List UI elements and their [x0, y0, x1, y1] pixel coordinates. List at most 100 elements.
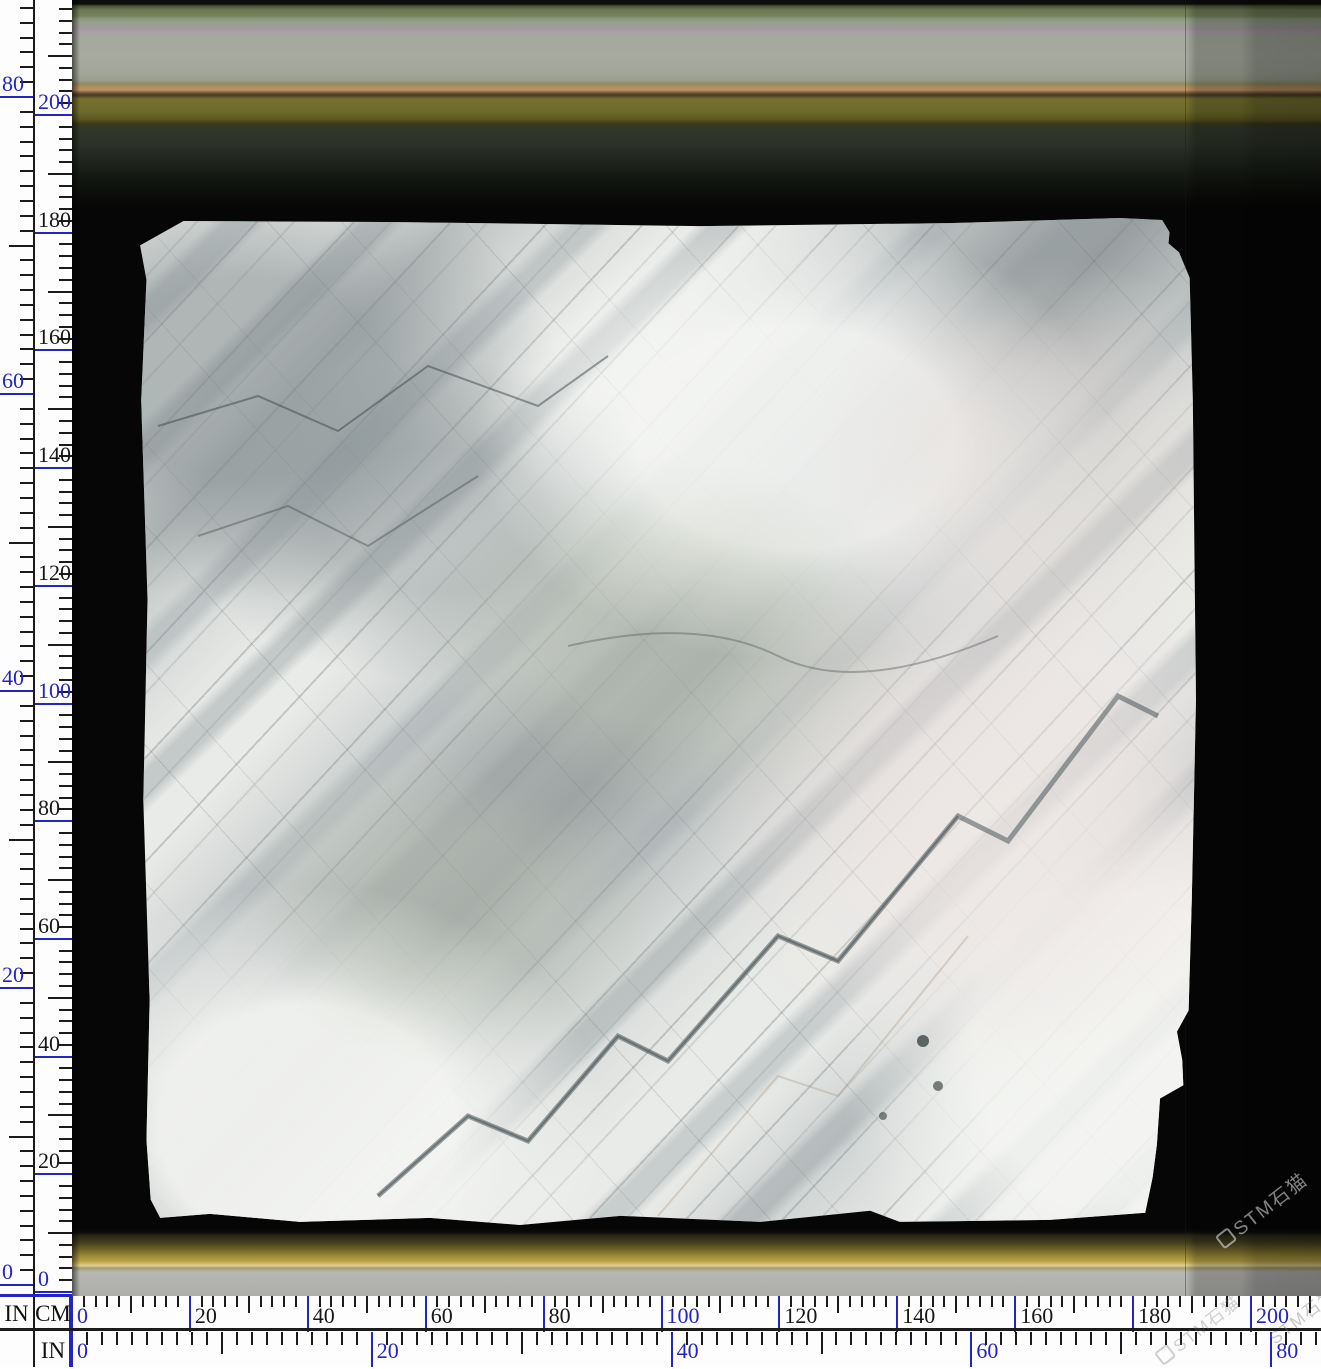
ruler-row-divider	[0, 1328, 1321, 1331]
ruler-major-line	[661, 1296, 663, 1332]
ruler-tick	[806, 1332, 808, 1345]
ruler-tick	[20, 1239, 33, 1241]
ruler-tick	[20, 170, 33, 172]
ruler-tick	[59, 950, 72, 952]
ruler-tick	[59, 514, 72, 516]
ruler-label: 0	[77, 1338, 88, 1364]
ruler-tick	[48, 526, 72, 528]
ruler-tick	[20, 645, 33, 647]
ruler-tick	[59, 161, 72, 163]
ruler-tick	[20, 467, 33, 469]
ruler-tick	[461, 1332, 463, 1345]
ruler-tick	[20, 1150, 33, 1152]
ruler-tick	[590, 1296, 592, 1307]
ruler-tick	[20, 660, 33, 662]
unit-label-in: IN	[0, 1301, 33, 1327]
ruler-tick	[1150, 1332, 1152, 1345]
ruler-tick	[20, 1091, 33, 1093]
ruler-tick	[20, 334, 33, 336]
ruler-tick	[413, 1296, 415, 1307]
ruler-tick	[165, 1296, 167, 1307]
horizontal-ruler-inches: 020406080	[72, 1332, 1321, 1367]
ruler-tick	[59, 302, 72, 304]
ruler-tick	[295, 1296, 297, 1307]
ruler-tick	[236, 1296, 238, 1307]
ruler-tick	[955, 1296, 957, 1313]
ruler-tick	[59, 750, 72, 752]
ruler-tick	[59, 185, 72, 187]
ruler-tick	[865, 1332, 867, 1345]
ruler-label: 40	[677, 1338, 699, 1364]
ruler-tick	[20, 556, 33, 558]
ruler-major-line	[1014, 1296, 1016, 1332]
ruler-tick	[20, 601, 33, 603]
ruler-tick	[48, 55, 72, 57]
ruler-tick	[826, 1296, 828, 1307]
ruler-tick	[59, 714, 72, 716]
ruler-tick	[20, 809, 33, 811]
ruler-tick	[106, 1296, 108, 1307]
ruler-tick	[20, 883, 33, 885]
ruler-tick	[20, 111, 33, 113]
ruler-tick	[118, 1296, 120, 1307]
ruler-tick	[59, 891, 72, 893]
ruler-tick	[1120, 1332, 1122, 1354]
ruler-tick	[731, 1296, 733, 1307]
ruler-tick	[873, 1296, 875, 1307]
ruler-tick	[59, 608, 72, 610]
ruler-tick	[48, 997, 72, 999]
ruler-tick	[761, 1332, 763, 1345]
ruler-label: 120	[38, 560, 71, 586]
ruler-tick	[116, 1332, 118, 1345]
ruler-tick	[20, 66, 33, 68]
ruler-tick	[59, 985, 72, 987]
ruler-tick	[266, 1332, 268, 1345]
ruler-tick	[59, 973, 72, 975]
ruler-tick	[20, 749, 33, 751]
unit-label-in-row: IN	[35, 1338, 71, 1364]
ruler-tick	[59, 8, 72, 10]
ruler-label: 140	[902, 1303, 935, 1329]
ruler-tick	[59, 1220, 72, 1222]
ruler-tick	[20, 705, 33, 707]
ruler-tick	[20, 304, 33, 306]
ruler-tick	[1061, 1296, 1063, 1307]
ruler-tick	[59, 914, 72, 916]
ruler-tick	[20, 764, 33, 766]
ruler-tick	[20, 1017, 33, 1019]
ruler-tick	[20, 1061, 33, 1063]
ruler-tick	[59, 797, 72, 799]
ruler-tick	[131, 1332, 133, 1345]
ruler-tick	[59, 79, 72, 81]
ruler-tick	[20, 1269, 33, 1271]
ruler-tick	[743, 1296, 745, 1307]
ruler-label: 40	[313, 1303, 335, 1329]
ruler-tick	[613, 1296, 615, 1307]
ruler-tick	[248, 1296, 250, 1313]
ruler-major-line	[72, 1332, 73, 1367]
ruler-tick	[20, 230, 33, 232]
ruler-tick	[755, 1296, 757, 1307]
ruler-tick	[1179, 1296, 1181, 1307]
ruler-tick	[20, 735, 33, 737]
ruler-label: 100	[667, 1303, 700, 1329]
ruler-tick	[1315, 1332, 1317, 1345]
ruler-tick	[20, 155, 33, 157]
ruler-tick	[531, 1296, 533, 1307]
ruler-label: 20	[195, 1303, 217, 1329]
ruler-tick	[910, 1332, 912, 1345]
ruler-tick	[59, 655, 72, 657]
ruler-tick	[1002, 1296, 1004, 1307]
ruler-tick	[59, 1067, 72, 1069]
ruler-tick	[221, 1332, 223, 1354]
ruler-tick	[59, 903, 72, 905]
vertical-ruler-centimeters: 200180160140120100806040200	[35, 0, 72, 1294]
ruler-tick	[59, 243, 72, 245]
ruler-tick	[20, 631, 33, 633]
ruler-tick	[20, 913, 33, 915]
ruler-tick	[59, 726, 72, 728]
ruler-tick	[9, 245, 33, 247]
ruler-tick	[716, 1332, 718, 1345]
ruler-tick	[20, 1076, 33, 1078]
ruler-major-line	[425, 1296, 427, 1332]
